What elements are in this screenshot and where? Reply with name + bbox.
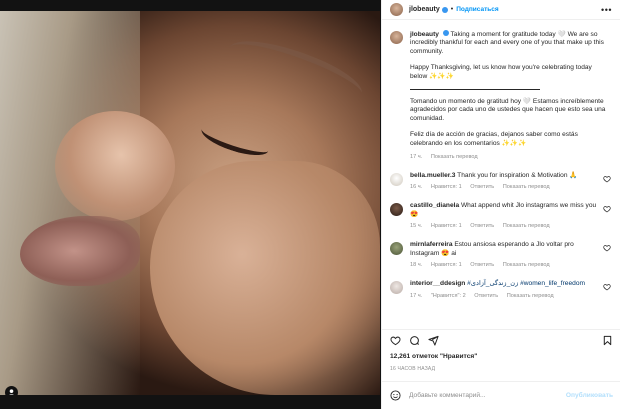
comment-avatar[interactable] (390, 281, 403, 295)
caption-p3: Tomando un momento de gratitud hoy 🤍 Est… (410, 98, 606, 122)
comment-text: Thank you for inspiration & Motivation 🙏 (457, 172, 578, 180)
caption-avatar[interactable] (390, 31, 403, 44)
follow-button[interactable]: Подписаться (456, 6, 499, 13)
heart-icon[interactable] (603, 175, 611, 183)
author-avatar[interactable] (390, 3, 403, 16)
comment-username[interactable]: castillo_dianela (410, 202, 459, 209)
author-username[interactable]: jlobeauty (409, 6, 440, 13)
likes-count[interactable]: 12,261 отметок "Нравится" (390, 353, 477, 360)
comment-time[interactable]: 18 ч. (410, 262, 422, 268)
header-separator: • (450, 6, 454, 13)
caption-meta: 17 ч. Показать перевод (410, 154, 610, 160)
more-icon[interactable]: ••• (601, 5, 612, 15)
photo-cheek (150, 161, 380, 395)
comment-avatar[interactable] (390, 242, 403, 256)
heart-icon[interactable] (603, 283, 611, 291)
comment-username[interactable]: bella.mueller.3 (410, 172, 455, 179)
heart-icon[interactable] (603, 244, 611, 252)
share-icon[interactable] (428, 335, 439, 346)
likes-label: отметок "Нравится" (412, 353, 478, 360)
comment-time[interactable]: 17 ч. (410, 293, 422, 299)
reply-button[interactable]: Ответить (470, 184, 494, 190)
photo-lips (20, 216, 140, 286)
comment-likes[interactable]: Нравится: 1 (431, 262, 462, 268)
comment-time[interactable]: 15 ч. (410, 223, 422, 229)
caption-p2: Happy Thanksgiving, let us know how you'… (410, 64, 592, 80)
add-comment-bar: Опубликовать (382, 381, 620, 409)
caption-p4: Feliz día de acción de gracias, dejanos … (410, 131, 578, 147)
translate-link[interactable]: Показать перевод (503, 223, 550, 229)
comment-text: #زن_زندگی_آزادی #women_life_freedom (467, 280, 585, 288)
comments-scroll-area[interactable]: jlobeauty Taking a moment for gratitude … (382, 21, 620, 328)
comment-username[interactable]: interior__ddesign (410, 280, 465, 287)
publish-button[interactable]: Опубликовать (566, 392, 613, 399)
verified-badge-icon (441, 6, 448, 13)
caption-p1: Taking a moment for gratitude today 🤍 We… (410, 31, 604, 55)
post-timestamp[interactable]: 16 ЧАСОВ НАЗАД (390, 366, 435, 372)
comment-avatar[interactable] (390, 173, 403, 187)
caption-text: jlobeauty Taking a moment for gratitude … (410, 30, 610, 56)
reply-button[interactable]: Ответить (470, 262, 494, 268)
caption-block: jlobeauty Taking a moment for gratitude … (390, 30, 613, 160)
post-modal: jlobeauty • Подписаться ••• jlobeauty Ta… (0, 0, 620, 409)
comment-item: castillo_dianela What append whit Jlo in… (390, 202, 613, 229)
heart-icon[interactable] (390, 335, 401, 346)
caption-translate-link[interactable]: Показать перевод (431, 154, 478, 160)
reply-button[interactable]: Ответить (470, 223, 494, 229)
post-header: jlobeauty • Подписаться ••• (382, 0, 620, 20)
post-photo[interactable] (0, 11, 380, 395)
caption-divider (410, 89, 540, 91)
comment-icon[interactable] (409, 335, 420, 346)
translate-link[interactable]: Показать перевод (503, 184, 550, 190)
comment-likes[interactable]: "Нравится": 2 (431, 293, 466, 299)
post-actions-bar (382, 329, 620, 351)
translate-link[interactable]: Показать перевод (503, 262, 550, 268)
translate-link[interactable]: Показать перевод (507, 293, 554, 299)
caption-username[interactable]: jlobeauty (410, 31, 439, 38)
comment-time[interactable]: 16 ч. (410, 184, 422, 190)
photo-nose (55, 111, 175, 221)
comment-avatar[interactable] (390, 203, 403, 217)
bookmark-icon[interactable] (602, 335, 613, 346)
emoji-icon[interactable] (390, 390, 401, 401)
comment-likes[interactable]: Нравится: 1 (431, 223, 462, 229)
verified-badge-icon (442, 30, 449, 36)
comment-input[interactable] (409, 392, 559, 399)
comment-likes[interactable]: Нравится: 1 (431, 184, 462, 190)
user-tag-icon[interactable] (5, 386, 18, 395)
comment-username[interactable]: mirnlaferreira (410, 241, 453, 248)
comment-item: interior__ddesign #زن_زندگی_آزادی #women… (390, 280, 613, 299)
photo-lashes (198, 118, 272, 162)
heart-icon[interactable] (603, 205, 611, 213)
likes-number: 12,261 (390, 353, 411, 360)
photo-brow (222, 26, 368, 116)
reply-button[interactable]: Ответить (474, 293, 498, 299)
post-side-panel: jlobeauty • Подписаться ••• jlobeauty Ta… (381, 0, 620, 409)
caption-time[interactable]: 17 ч. (410, 154, 422, 160)
comment-item: mirnlaferreira Estou ansiosa esperando a… (390, 241, 613, 268)
comment-item: bella.mueller.3 Thank you for inspiratio… (390, 172, 613, 190)
